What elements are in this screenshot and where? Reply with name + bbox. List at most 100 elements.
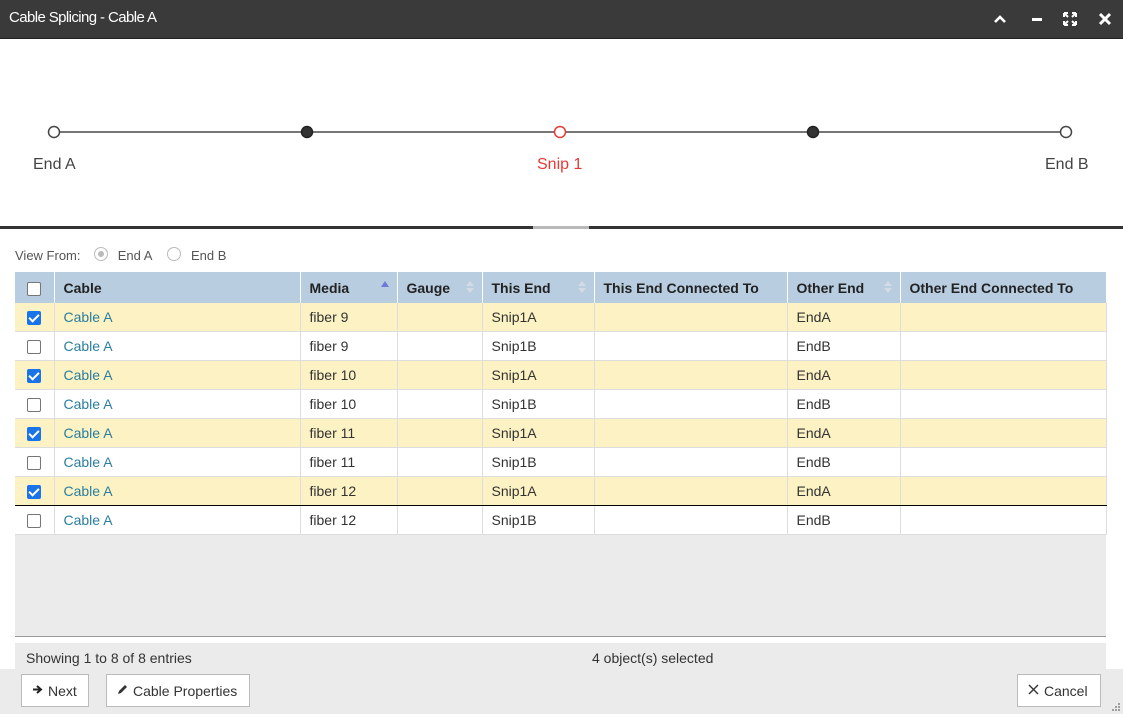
select-all-checkbox[interactable] [27, 281, 42, 296]
cancel-button-label: Cancel [1044, 682, 1088, 699]
node-midpoint-right[interactable] [806, 125, 820, 139]
cell-media: fiber 10 [300, 389, 398, 419]
splitter-handle[interactable] [533, 226, 589, 229]
col-header-other-end-connected-to[interactable]: Other End Connected To [900, 272, 1107, 303]
node-label-end-a: End A [33, 156, 76, 173]
radio-end-a[interactable] [94, 247, 109, 261]
col-header-this-end-label: This End [491, 279, 551, 296]
cell-this-end: Snip1A [482, 418, 595, 448]
node-end-a[interactable] [47, 125, 61, 139]
next-button-label: Next [48, 682, 77, 699]
row-select-cell [15, 303, 55, 332]
window-title: Cable Splicing - Cable A [9, 9, 157, 26]
cell-other-end-connected-to [900, 360, 1107, 390]
table-row[interactable]: Cable Afiber 10 Snip1B EndB [15, 389, 1107, 419]
cell-this-end: Snip1B [482, 505, 595, 535]
cell-this-end-connected-to [594, 505, 788, 535]
cell-other-end: EndA [787, 360, 901, 390]
cell-gauge [397, 505, 483, 535]
row-select-cell [15, 476, 55, 506]
node-end-b[interactable] [1059, 125, 1073, 139]
cable-diagram: End A Snip 1 End B [0, 39, 1123, 227]
col-header-cable[interactable]: Cable [54, 272, 301, 303]
col-header-media[interactable]: Media [300, 272, 398, 303]
col-header-other-end[interactable]: Other End [787, 272, 901, 303]
cable-properties-button-label: Cable Properties [133, 682, 238, 699]
arrow-right-icon [32, 683, 43, 698]
pencil-icon [117, 683, 128, 698]
cell-cable[interactable]: Cable A [54, 476, 301, 506]
cell-cable[interactable]: Cable A [54, 331, 301, 361]
cell-cable[interactable]: Cable A [54, 360, 301, 390]
cell-other-end-connected-to [900, 447, 1107, 477]
sort-asc-icon [380, 281, 389, 287]
node-label-snip-1: Snip 1 [537, 156, 583, 173]
splitter[interactable] [0, 226, 1123, 229]
row-checkbox[interactable] [27, 485, 42, 500]
row-select-cell [15, 447, 55, 477]
cell-this-end-connected-to [594, 389, 788, 419]
table-row[interactable]: Cable Afiber 9 Snip1B EndB [15, 331, 1107, 361]
row-checkbox[interactable] [27, 311, 42, 326]
sort-both-icon [883, 281, 892, 293]
table-row[interactable]: Cable Afiber 11 Snip1B EndB [15, 447, 1107, 477]
cell-cable[interactable]: Cable A [54, 505, 301, 535]
node-snip-1[interactable] [553, 125, 567, 139]
row-checkbox[interactable] [27, 398, 42, 413]
resize-grip-icon[interactable] [1110, 701, 1120, 711]
node-midpoint-left[interactable] [300, 125, 314, 139]
cell-media: fiber 12 [300, 505, 398, 535]
cell-cable[interactable]: Cable A [54, 447, 301, 477]
cell-this-end-connected-to [594, 418, 788, 448]
close-icon [1028, 683, 1039, 698]
collapse-icon[interactable] [990, 9, 1010, 29]
col-header-this-end[interactable]: This End [482, 272, 595, 303]
radio-end-b[interactable] [167, 247, 182, 261]
view-from-label: View From: [15, 248, 81, 263]
cell-other-end: EndA [787, 418, 901, 448]
row-checkbox[interactable] [27, 456, 42, 471]
cell-this-end: Snip1A [482, 360, 595, 390]
table-row[interactable]: Cable Afiber 12 Snip1A EndA [15, 476, 1107, 506]
cell-media: fiber 9 [300, 303, 398, 332]
cell-media: fiber 10 [300, 360, 398, 390]
cell-this-end-connected-to [594, 303, 788, 332]
cell-cable[interactable]: Cable A [54, 389, 301, 419]
table-header-row: Cable Media Gauge This End This End Conn… [15, 272, 1107, 303]
col-header-gauge[interactable]: Gauge [397, 272, 483, 303]
table-row[interactable]: Cable Afiber 11 Snip1A EndA [15, 418, 1107, 448]
cell-other-end-connected-to [900, 476, 1107, 506]
view-from-group: View From: End A End B [15, 247, 226, 263]
cell-gauge [397, 389, 483, 419]
cell-cable[interactable]: Cable A [54, 418, 301, 448]
col-header-this-end-connected-to[interactable]: This End Connected To [594, 272, 788, 303]
cell-cable[interactable]: Cable A [54, 303, 301, 332]
cell-media: fiber 11 [300, 418, 398, 448]
cancel-button[interactable]: Cancel [1017, 674, 1101, 707]
cell-other-end-connected-to [900, 389, 1107, 419]
col-header-other-end-connected-to-label: Other End Connected To [909, 279, 1074, 296]
cell-gauge [397, 418, 483, 448]
col-header-gauge-label: Gauge [406, 279, 451, 296]
row-checkbox[interactable] [27, 340, 42, 355]
minimize-icon[interactable] [1027, 9, 1047, 29]
cell-other-end: EndA [787, 303, 901, 332]
cell-other-end: EndA [787, 476, 901, 506]
entries-count: Showing 1 to 8 of 8 entries [26, 650, 192, 666]
row-checkbox[interactable] [27, 514, 42, 529]
table-row[interactable]: Cable Afiber 12 Snip1B EndB [15, 505, 1107, 535]
close-icon[interactable] [1095, 9, 1115, 29]
cell-this-end: Snip1A [482, 476, 595, 506]
radio-end-b-label: End B [190, 248, 227, 263]
cable-properties-button[interactable]: Cable Properties [106, 674, 250, 707]
row-checkbox[interactable] [27, 427, 42, 442]
maximize-icon[interactable] [1060, 9, 1080, 29]
sort-both-icon [577, 281, 586, 293]
table-row[interactable]: Cable Afiber 10 Snip1A EndA [15, 360, 1107, 390]
cell-other-end-connected-to [900, 331, 1107, 361]
next-button[interactable]: Next [21, 674, 89, 707]
cell-gauge [397, 331, 483, 361]
cell-media: fiber 9 [300, 331, 398, 361]
row-checkbox[interactable] [27, 369, 42, 384]
table-row[interactable]: Cable Afiber 9 Snip1A EndA [15, 303, 1107, 332]
